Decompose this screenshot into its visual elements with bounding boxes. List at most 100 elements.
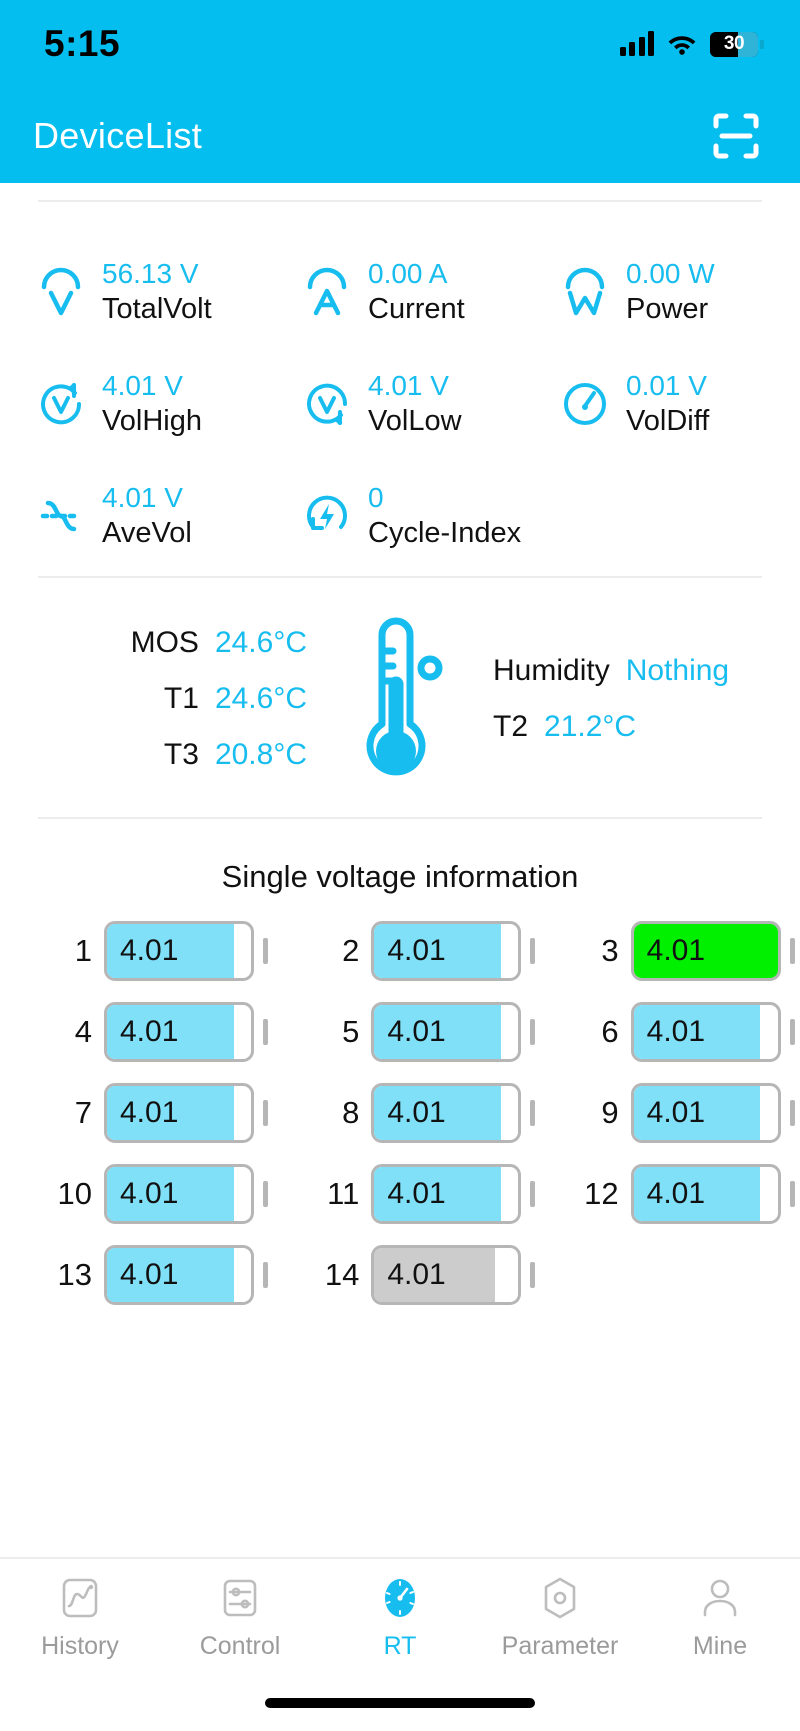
tab-parameter[interactable]: Parameter: [480, 1574, 640, 1661]
main-content: 56.13 V TotalVolt 0.00 A Current 0.00 W …: [0, 183, 800, 1557]
single-voltage-cell[interactable]: 12 4.01: [541, 1164, 800, 1224]
metric-power[interactable]: 0.00 W Power: [542, 236, 800, 348]
single-voltage-cell[interactable]: 8 4.01: [273, 1083, 540, 1143]
metric-value: 0.00 W: [626, 257, 715, 289]
cell-voltage-value: 4.01: [646, 1177, 706, 1210]
cell-index-label: 7: [74, 1095, 92, 1130]
cell-battery-cap: [530, 1019, 536, 1045]
cell-battery-cap: [530, 1100, 536, 1126]
person-icon: [703, 1579, 737, 1616]
cell-index-label: 13: [57, 1257, 92, 1292]
single-voltage-cell[interactable]: 11 4.01: [273, 1164, 540, 1224]
temperature-label: MOS: [130, 625, 199, 659]
tab-history[interactable]: History: [0, 1574, 160, 1661]
metrics-row: 4.01 V VolHigh 4.01 V VolLow 0.01 V VolD…: [0, 348, 800, 460]
single-voltage-cell[interactable]: 1 4.01: [0, 921, 273, 981]
tab-label: Mine: [692, 1631, 748, 1660]
cell-voltage-value: 4.01: [646, 1096, 706, 1129]
temperature-row-mos: MOS 24.6°C: [131, 626, 307, 660]
home-indicator[interactable]: [265, 1698, 535, 1708]
cycle-bolt-icon: [307, 495, 347, 530]
metric-avevol[interactable]: 4.01 V AveVol: [0, 460, 276, 572]
metrics-row: 4.01 V AveVol 0 Cycle-Index: [0, 460, 800, 572]
single-voltage-cell[interactable]: 13 4.01: [0, 1245, 273, 1305]
gauge-icon: [564, 383, 606, 425]
metric-volhigh[interactable]: 4.01 V VolHigh: [0, 348, 276, 460]
single-voltage-row: 13 4.01 14 4.01: [0, 1245, 800, 1305]
metric-value: 56.13 V: [102, 257, 199, 289]
temperature-label: T2: [493, 709, 529, 743]
cell-voltage-value: 4.01: [387, 934, 446, 967]
metric-value: 4.01 V: [368, 369, 449, 401]
single-voltage-row: 1 4.01 2 4.01 3 4.01: [0, 921, 800, 981]
battery-level-label: 30: [723, 33, 745, 54]
status-time: 5:15: [44, 23, 121, 64]
metric-label: TotalVolt: [102, 292, 212, 325]
cell-battery-cap: [263, 1100, 268, 1126]
metric-label: VolHigh: [102, 404, 202, 437]
cell-battery-cap: [789, 1100, 795, 1126]
cell-battery-bar: 4.01: [630, 1002, 781, 1062]
volt-high-icon: [41, 383, 82, 425]
cell-battery-cap: [263, 1019, 268, 1045]
cell-index-label: 10: [57, 1176, 92, 1211]
metric-label: Cycle-Index: [368, 516, 522, 549]
thermometer-icon: [366, 617, 443, 776]
tab-label: Control: [199, 1631, 281, 1660]
single-voltage-cell[interactable]: 10 4.01: [0, 1164, 273, 1224]
metrics-row: 56.13 V TotalVolt 0.00 A Current 0.00 W …: [0, 236, 800, 348]
metric-value: 4.01 V: [102, 481, 183, 513]
single-voltage-cell[interactable]: 5 4.01: [273, 1002, 540, 1062]
cell-battery-bar: 4.01: [371, 1083, 522, 1143]
app-screen: 5:15 30 DeviceList 56.13 V TotalVolt 0.0…: [0, 0, 800, 1731]
waveform-icon: [40, 500, 77, 532]
metric-voldiff[interactable]: 0.01 V VolDiff: [542, 348, 800, 460]
metric-vollow[interactable]: 4.01 V VolLow: [276, 348, 542, 460]
metric-empty: [542, 460, 800, 572]
tab-rt[interactable]: RT: [320, 1574, 480, 1661]
single-voltage-cell[interactable]: 2 4.01: [273, 921, 540, 981]
cell-battery-bar: 4.01: [104, 1164, 254, 1224]
tab-label: RT: [383, 1631, 417, 1660]
cell-voltage-value: 4.01: [387, 1177, 446, 1210]
cell-battery-bar: 4.01: [104, 921, 254, 981]
battery-icon: 30: [710, 31, 764, 57]
voltmeter-icon: [41, 267, 81, 316]
tab-control[interactable]: Control: [160, 1574, 320, 1661]
cell-battery-cap: [789, 1181, 795, 1207]
cell-index-label: 4: [74, 1014, 92, 1049]
metric-label: Current: [368, 292, 465, 325]
cell-battery-bar: 4.01: [630, 1083, 781, 1143]
cell-battery-bar: 4.01: [104, 1002, 254, 1062]
single-voltage-cell[interactable]: 7 4.01: [0, 1083, 273, 1143]
metric-cycle-index[interactable]: 0 Cycle-Index: [276, 460, 542, 572]
single-voltage-cell[interactable]: 4 4.01: [0, 1002, 273, 1062]
status-bar: 5:15 30: [0, 0, 800, 88]
single-voltage-row: 4 4.01 5 4.01 6 4.01: [0, 1002, 800, 1062]
cell-battery-bar: 4.01: [104, 1083, 254, 1143]
volt-low-icon: [307, 383, 348, 425]
single-voltage-cell[interactable]: 14 4.01: [273, 1245, 540, 1305]
home-indicator-area: [0, 1675, 800, 1731]
cell-voltage-value: 4.01: [646, 934, 706, 967]
temperature-label: T3: [163, 737, 199, 771]
cell-battery-bar: 4.01: [104, 1245, 254, 1305]
metric-value: 0: [368, 481, 384, 513]
cell-battery-bar: 4.01: [371, 921, 522, 981]
navigation-bar: DeviceList: [0, 88, 800, 183]
metric-totalvolt[interactable]: 56.13 V TotalVolt: [0, 236, 276, 348]
single-voltage-cell[interactable]: 9 4.01: [541, 1083, 800, 1143]
cell-battery-cap: [263, 938, 268, 964]
metric-current[interactable]: 0.00 A Current: [276, 236, 542, 348]
single-voltage-cell[interactable]: 6 4.01: [541, 1002, 800, 1062]
cell-battery-bar: 4.01: [630, 1164, 781, 1224]
cell-battery-cap: [789, 938, 795, 964]
scan-qr-icon[interactable]: [710, 110, 762, 162]
single-voltage-cell[interactable]: 3 4.01: [541, 921, 800, 981]
tab-mine[interactable]: Mine: [640, 1574, 800, 1661]
cell-index-label: 3: [601, 933, 619, 968]
cell-index-label: 14: [324, 1257, 360, 1292]
cell-battery-cap: [530, 938, 536, 964]
metrics-grid: 56.13 V TotalVolt 0.00 A Current 0.00 W …: [0, 202, 800, 576]
temperature-row-t3: T3 20.8°C: [164, 738, 307, 772]
